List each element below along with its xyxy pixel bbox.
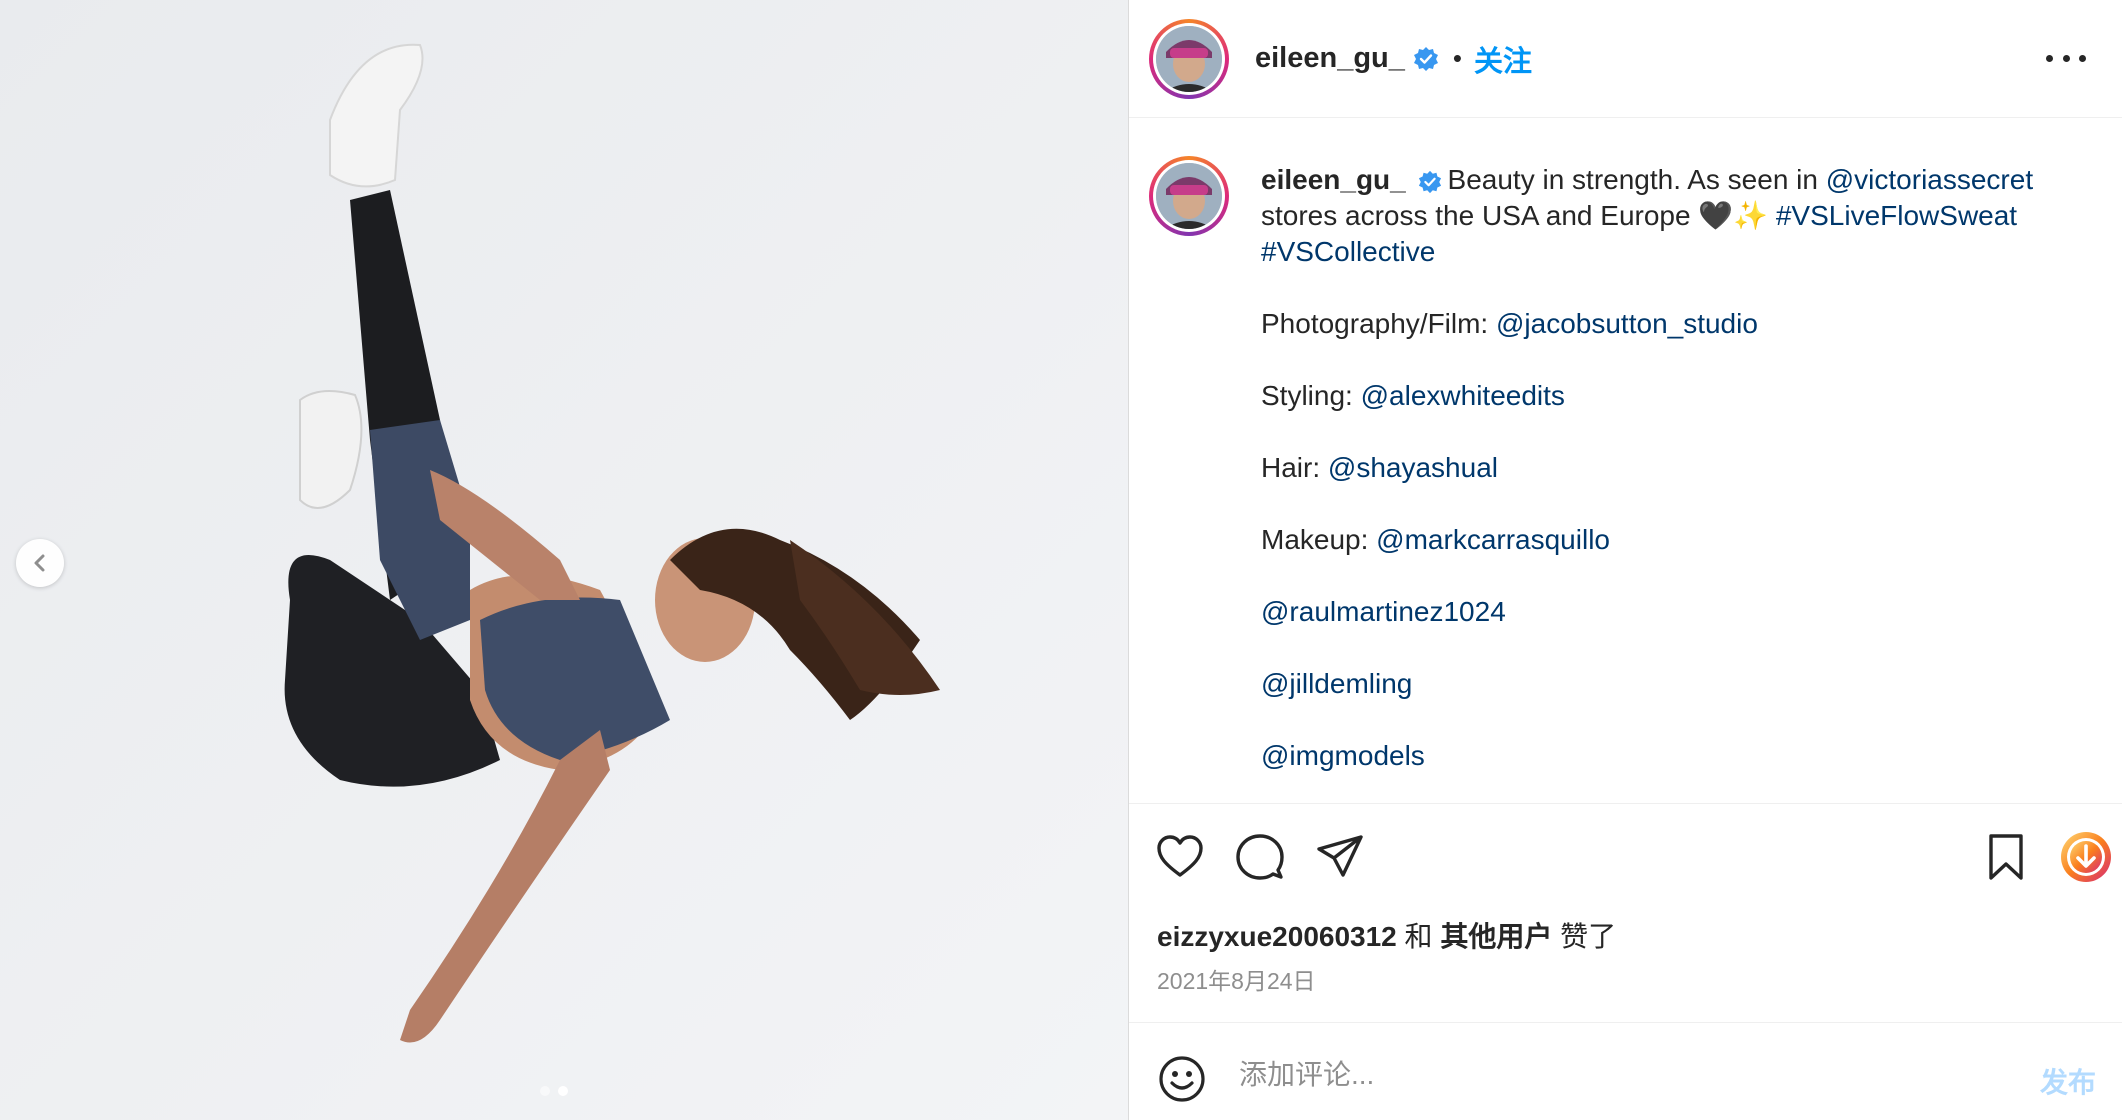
post-date[interactable]: 2021年8月24日 xyxy=(1157,962,1316,996)
verified-badge-icon xyxy=(1413,46,1438,71)
download-icon[interactable] xyxy=(2059,830,2113,884)
credit-label: Photography/Film: xyxy=(1261,308,1496,339)
likes-joiner: 和 xyxy=(1396,921,1441,952)
post-sidebar: eileen_gu_ • 关注 eileen_gu_ Beauty in str… xyxy=(1128,0,2122,1120)
credit-line: Hair: @shayashual xyxy=(1261,450,2101,486)
other-likers-link[interactable]: 其他用户 xyxy=(1440,921,1552,952)
comment-bar: 发布 xyxy=(1129,1022,2122,1120)
likes-summary: eizzyxue20060312 和 其他用户 赞了 xyxy=(1157,915,1616,955)
post-comment-button[interactable]: 发布 xyxy=(2040,1061,2096,1101)
carousel-prev-button[interactable] xyxy=(16,539,64,587)
follow-button[interactable]: 关注 xyxy=(1474,38,1532,80)
verified-badge-icon xyxy=(1418,170,1441,193)
mention-link[interactable]: @raulmartinez1024 xyxy=(1261,596,1506,627)
comment-input[interactable] xyxy=(1239,1047,1999,1103)
smiley-icon[interactable] xyxy=(1157,1054,1207,1104)
caption-line-2: stores across the USA and Europe 🖤✨ #VSL… xyxy=(1261,198,2101,234)
post-media[interactable] xyxy=(0,0,1128,1120)
credit-label: Makeup: xyxy=(1261,524,1377,555)
avatar-image xyxy=(1156,163,1222,229)
action-bar xyxy=(1129,804,2122,904)
hashtag-link[interactable]: #VSLiveFlowSweat xyxy=(1776,200,2017,231)
header-username[interactable]: eileen_gu_ xyxy=(1255,42,1405,75)
caption-section: eileen_gu_ Beauty in strength. As seen i… xyxy=(1129,118,2122,804)
credit-line: Styling: @alexwhiteedits xyxy=(1261,378,2101,414)
likes-suffix: 赞了 xyxy=(1552,921,1617,952)
send-icon[interactable] xyxy=(1315,832,1365,882)
post-photo xyxy=(0,0,1128,1120)
avatar[interactable] xyxy=(1156,25,1222,92)
mention-link[interactable]: @victoriassecret xyxy=(1826,164,2033,195)
hashtag-link[interactable]: #VSCollective xyxy=(1261,236,1435,267)
more-options-button[interactable] xyxy=(2046,40,2086,76)
mention-link[interactable]: @jilldemling xyxy=(1261,668,1412,699)
liker-username[interactable]: eizzyxue20060312 xyxy=(1157,921,1397,952)
mention-link[interactable]: @jacobsutton_studio xyxy=(1496,308,1758,339)
avatar-image xyxy=(1156,25,1222,92)
mention-link[interactable]: @alexwhiteedits xyxy=(1361,380,1565,411)
mention-link[interactable]: @shayashual xyxy=(1328,452,1498,483)
header-separator: • xyxy=(1452,43,1463,73)
avatar xyxy=(1156,163,1222,229)
mention-link[interactable]: @imgmodels xyxy=(1261,740,1425,771)
credit-line: @imgmodels xyxy=(1261,738,2101,774)
bookmark-icon[interactable] xyxy=(1981,832,2031,882)
caption-body-2: stores across the USA and Europe 🖤✨ xyxy=(1261,200,1776,231)
caption-body-1: Beauty in strength. As seen in xyxy=(1447,164,1826,195)
credit-line: @raulmartinez1024 xyxy=(1261,594,2101,630)
credit-line: Makeup: @markcarrasquillo xyxy=(1261,522,2101,558)
carousel-dot-active xyxy=(558,1086,568,1096)
credit-line: Photography/Film: @jacobsutton_studio xyxy=(1261,306,2101,342)
caption-text: eileen_gu_ Beauty in strength. As seen i… xyxy=(1261,162,2101,774)
carousel-dot xyxy=(540,1086,550,1096)
post-header: eileen_gu_ • 关注 xyxy=(1129,0,2122,118)
caption-line-1: eileen_gu_ Beauty in strength. As seen i… xyxy=(1261,162,2101,198)
chevron-left-icon xyxy=(34,554,45,572)
instagram-post: eileen_gu_ • 关注 eileen_gu_ Beauty in str… xyxy=(0,0,2122,1120)
comment-icon[interactable] xyxy=(1235,832,1285,882)
mention-link[interactable]: @markcarrasquillo xyxy=(1376,524,1610,555)
heart-icon[interactable] xyxy=(1155,832,1205,882)
caption-line-3: #VSCollective xyxy=(1261,234,2101,270)
credit-label: Hair: xyxy=(1261,452,1328,483)
carousel-dots xyxy=(540,1086,568,1096)
caption-avatar[interactable] xyxy=(1149,156,1229,236)
credit-label: Styling: xyxy=(1261,380,1361,411)
caption-username[interactable]: eileen_gu_ xyxy=(1261,164,1406,195)
credit-line: @jilldemling xyxy=(1261,666,2101,702)
story-ring[interactable] xyxy=(1149,18,1229,99)
more-horizontal-icon xyxy=(2046,54,2053,62)
